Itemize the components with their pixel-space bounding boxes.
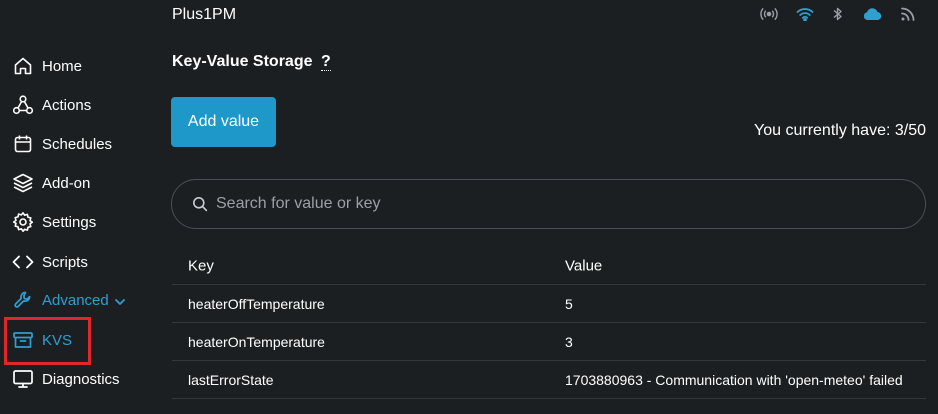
search-box (171, 179, 926, 229)
broadcast-icon[interactable] (760, 7, 778, 21)
page-title: Key-Value Storage ? (172, 53, 331, 71)
rss-icon[interactable] (900, 6, 916, 22)
sidebar-item-label: Schedules (42, 135, 113, 153)
usage-count: You currently have: 3/50 (754, 122, 926, 139)
page-title-text: Key-Value Storage (172, 53, 313, 70)
column-header-value: Value (565, 257, 603, 274)
device-name: Plus1PM (172, 6, 237, 23)
kvs-table: Key Value heaterOffTemperature 5 heaterO… (172, 247, 926, 399)
home-icon (12, 55, 34, 77)
sidebar-item-label: Advanced (42, 291, 109, 309)
sidebar-item-label: Settings (42, 213, 97, 231)
table-row[interactable]: heaterOffTemperature 5 (172, 285, 926, 323)
layers-icon (12, 172, 34, 194)
sidebar-item-scripts[interactable]: Scripts (0, 244, 150, 280)
sidebar-item-schedules[interactable]: Schedules (0, 126, 150, 162)
bluetooth-icon[interactable] (832, 6, 844, 22)
calendar-icon (12, 133, 34, 155)
sidebar-item-diagnostics[interactable]: Diagnostics (0, 361, 150, 397)
cloud-icon[interactable] (862, 7, 882, 21)
status-icons (760, 6, 916, 22)
search-icon (192, 196, 208, 217)
gear-icon (12, 211, 34, 233)
sidebar-item-label: Home (42, 57, 83, 75)
column-header-key: Key (188, 257, 214, 274)
row-value: 1703880963 - Communication with 'open-me… (565, 371, 903, 388)
sidebar-item-label: Add-on (42, 174, 91, 192)
sidebar-item-label: Scripts (42, 253, 88, 271)
table-row[interactable]: heaterOnTemperature 3 (172, 323, 926, 361)
wifi-icon[interactable] (796, 7, 814, 21)
row-key: lastErrorState (188, 371, 274, 388)
sidebar-item-label: Diagnostics (42, 370, 120, 388)
kvs-highlight-box (4, 317, 91, 365)
sidebar-item-add-on[interactable]: Add-on (0, 165, 150, 201)
row-key: heaterOffTemperature (188, 295, 325, 312)
actions-icon (12, 94, 34, 116)
table-row[interactable]: lastErrorState 1703880963 - Communicatio… (172, 361, 926, 399)
help-tooltip[interactable]: ? (320, 53, 331, 71)
row-value: 3 (565, 333, 573, 350)
chevron-down-icon[interactable] (114, 293, 126, 310)
monitor-icon (12, 368, 34, 390)
sidebar-item-actions[interactable]: Actions (0, 87, 150, 123)
row-key: heaterOnTemperature (188, 333, 325, 350)
sidebar-item-home[interactable]: Home (0, 48, 150, 84)
code-icon (12, 251, 34, 273)
add-value-button[interactable]: Add value (171, 97, 276, 147)
table-header-row: Key Value (172, 247, 926, 285)
search-input[interactable] (216, 180, 906, 228)
wrench-icon (12, 289, 34, 311)
sidebar-item-label: Actions (42, 96, 92, 114)
row-value: 5 (565, 295, 573, 312)
sidebar-item-advanced[interactable]: Advanced (0, 282, 150, 318)
sidebar-item-settings[interactable]: Settings (0, 204, 150, 240)
